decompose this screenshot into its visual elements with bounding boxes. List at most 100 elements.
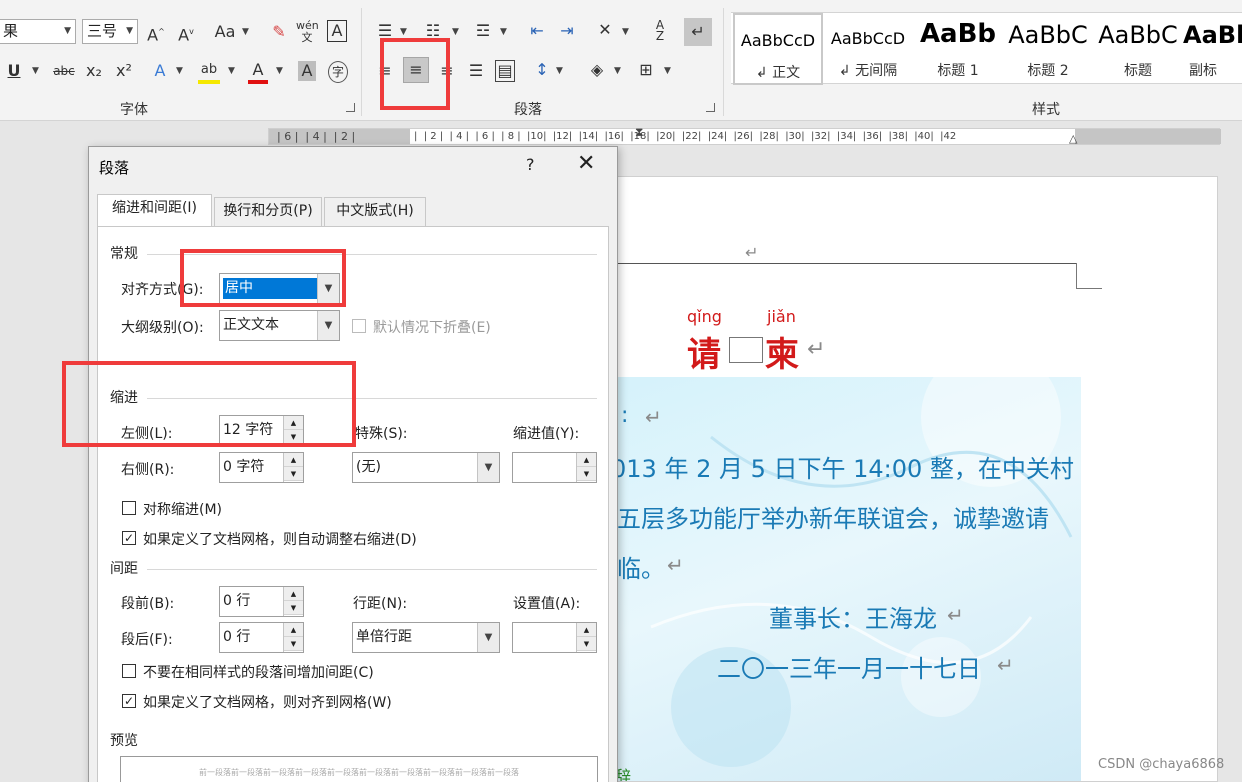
document-page[interactable]: ↵ qǐng jiǎn 请 柬 ↵ : ↵ 013 年 2 月 5 日下午 14… [610, 176, 1218, 782]
chevron-down-icon[interactable]: ▼ [176, 66, 183, 76]
multilevel-list-icon[interactable]: ☲ [472, 21, 494, 41]
chevron-down-icon[interactable]: ▼ [400, 27, 407, 37]
style-heading-2[interactable]: AaBbC 标题 2 [1003, 13, 1093, 85]
style-preview: AaBbCcD [740, 31, 816, 50]
style-no-spacing[interactable]: AaBbCcD ↲ 无间隔 [823, 13, 913, 85]
chevron-down-icon[interactable]: ▼ [614, 66, 621, 76]
shrink-font-icon[interactable]: Av [176, 22, 196, 45]
chevron-down-icon[interactable]: ▼ [32, 66, 39, 76]
char-shading-icon[interactable]: A [298, 61, 316, 81]
style-title[interactable]: AaBbC 标题 [1093, 13, 1183, 85]
indent-by-label: 缩进值(Y): [513, 426, 580, 442]
tab-line-page-breaks[interactable]: 换行和分页(P) [214, 197, 322, 226]
style-heading-1[interactable]: AaBb 标题 1 [913, 13, 1003, 85]
auto-adjust-right-indent-checkbox[interactable]: ✓ [122, 531, 136, 545]
subscript-icon[interactable]: x₂ [84, 61, 104, 81]
signer-line: 董事长：王海龙 [769, 605, 937, 633]
font-color-icon[interactable]: A [248, 60, 268, 84]
chevron-down-icon[interactable]: ▼ [477, 453, 499, 482]
decrease-indent-icon[interactable]: ⇤ [526, 21, 548, 41]
change-case-icon[interactable]: Aa [212, 22, 238, 42]
snap-to-grid-label: 如果定义了文档网格，则对齐到网格(W) [143, 695, 392, 711]
tab-indent-spacing[interactable]: 缩进和间距(I) [97, 194, 212, 227]
chevron-down-icon[interactable]: ▼ [228, 66, 235, 76]
styles-group-label: 样式 [1032, 102, 1060, 118]
paragraph-group-label: 段落 [514, 102, 542, 118]
enclose-char-icon[interactable]: 字 [328, 61, 348, 83]
collapse-by-default-checkbox[interactable] [352, 319, 366, 333]
underline-icon[interactable]: U [6, 61, 22, 81]
paragraph-dialog: 段落 ? ✕ 缩进和间距(I) 换行和分页(P) 中文版式(H) 常规 对齐方式… [88, 146, 618, 782]
style-subtitle[interactable]: AaBl 副标 [1183, 13, 1242, 85]
char-border-icon[interactable]: A [327, 20, 347, 42]
chevron-down-icon[interactable]: ▼ [452, 27, 459, 37]
clear-format-icon[interactable]: ✎ [268, 22, 290, 42]
right-indent-marker-icon[interactable]: △ [1069, 131, 1077, 146]
font-size-combo[interactable]: 三号 ▼ [82, 19, 138, 44]
font-dialog-launcher-icon[interactable] [346, 103, 355, 112]
spacing-after-label: 段后(F): [121, 632, 173, 648]
shading-icon[interactable]: ◈ [586, 60, 608, 80]
font-name-combo[interactable]: 果 ▼ [0, 19, 76, 44]
special-indent-select[interactable]: (无) ▼ [352, 452, 500, 483]
spinner-arrows[interactable]: ▲ ▼ [283, 453, 303, 482]
chevron-down-icon[interactable]: ▼ [276, 66, 283, 76]
spacing-before-spinner[interactable]: 0 行 ▲ ▼ [219, 586, 304, 617]
highlight-icon[interactable]: ab [198, 60, 220, 84]
chevron-down-icon[interactable]: ▼ [556, 66, 563, 76]
help-button[interactable]: ? [526, 155, 535, 174]
snap-to-grid-checkbox[interactable]: ✓ [122, 694, 136, 708]
chevron-down-icon[interactable]: ▼ [664, 66, 671, 76]
title-space-box [729, 337, 763, 363]
strikethrough-icon[interactable]: abc [52, 61, 76, 81]
horizontal-ruler[interactable]: | 6 | | 4 | | 2 | | | 2 | | 4 | | 6 | | … [268, 125, 1221, 146]
dialog-title: 段落 [99, 159, 130, 177]
text-effects-icon[interactable]: A [150, 61, 170, 81]
at-label: 设置值(A): [513, 596, 581, 612]
chevron-down-icon[interactable]: ▼ [477, 623, 499, 652]
outline-level-select[interactable]: 正文文本 ▼ [219, 310, 340, 341]
style-preview: AaBbCcD [830, 29, 906, 48]
header-line [611, 263, 1077, 264]
sort-icon[interactable]: AZ [650, 19, 670, 42]
borders-icon[interactable]: ⊞ [636, 60, 656, 80]
date-line: 二〇一三年一月一十七日 [717, 655, 981, 683]
pinyin-jian: jiǎn [767, 307, 796, 326]
paragraph-mark: ↵ [645, 405, 662, 429]
spinner-arrows[interactable]: ▲ ▼ [576, 453, 596, 482]
mirror-indents-checkbox[interactable] [122, 501, 136, 515]
tab-asian-typography[interactable]: 中文版式(H) [324, 197, 426, 226]
spinner-arrows[interactable]: ▲ ▼ [283, 623, 303, 652]
line-spacing-select[interactable]: 单倍行距 ▼ [352, 622, 500, 653]
grow-font-icon[interactable]: A^ [146, 22, 166, 45]
line-spacing-icon[interactable]: ↕ [531, 60, 553, 80]
justify-icon[interactable]: ☰ [466, 61, 486, 81]
indent-marker-icon[interactable]: ⧗ [635, 125, 643, 140]
right-indent-spinner[interactable]: 0 字符 ▲ ▼ [219, 452, 304, 483]
distribute-icon[interactable]: ▤ [495, 60, 515, 82]
font-size-value: 三号 [87, 22, 118, 40]
at-spinner[interactable]: ▲ ▼ [512, 622, 597, 653]
no-space-same-style-checkbox[interactable] [122, 664, 136, 678]
body-line-2: 五层多功能厅举办新年联谊会，诚挚邀请 [617, 505, 1049, 533]
chevron-down-icon[interactable]: ▼ [622, 27, 629, 37]
indent-by-spinner[interactable]: ▲ ▼ [512, 452, 597, 483]
style-preview: AaBbC [1098, 21, 1178, 49]
superscript-icon[interactable]: x² [114, 61, 134, 81]
increase-indent-icon[interactable]: ⇥ [556, 21, 578, 41]
paragraph-mark: ↵ [807, 337, 826, 362]
chevron-down-icon[interactable]: ▼ [242, 27, 249, 37]
line-spacing-value: 单倍行距 [356, 629, 412, 645]
spinner-arrows[interactable]: ▲ ▼ [283, 587, 303, 616]
paragraph-dialog-launcher-icon[interactable] [706, 103, 715, 112]
spacing-after-spinner[interactable]: 0 行 ▲ ▼ [219, 622, 304, 653]
show-marks-icon[interactable]: ↵ [684, 18, 712, 46]
chevron-down-icon[interactable]: ▼ [500, 27, 507, 37]
phonetic-guide-icon[interactable]: wén 文 [296, 20, 319, 44]
style-name: 标题 [1124, 63, 1152, 79]
chevron-down-icon[interactable]: ▼ [317, 311, 339, 340]
style-normal[interactable]: AaBbCcD ↲ 正文 [733, 13, 823, 85]
spinner-arrows[interactable]: ▲ ▼ [576, 623, 596, 652]
close-icon[interactable]: ✕ [577, 151, 595, 176]
chinese-layout-icon[interactable]: ✕ [594, 20, 616, 40]
